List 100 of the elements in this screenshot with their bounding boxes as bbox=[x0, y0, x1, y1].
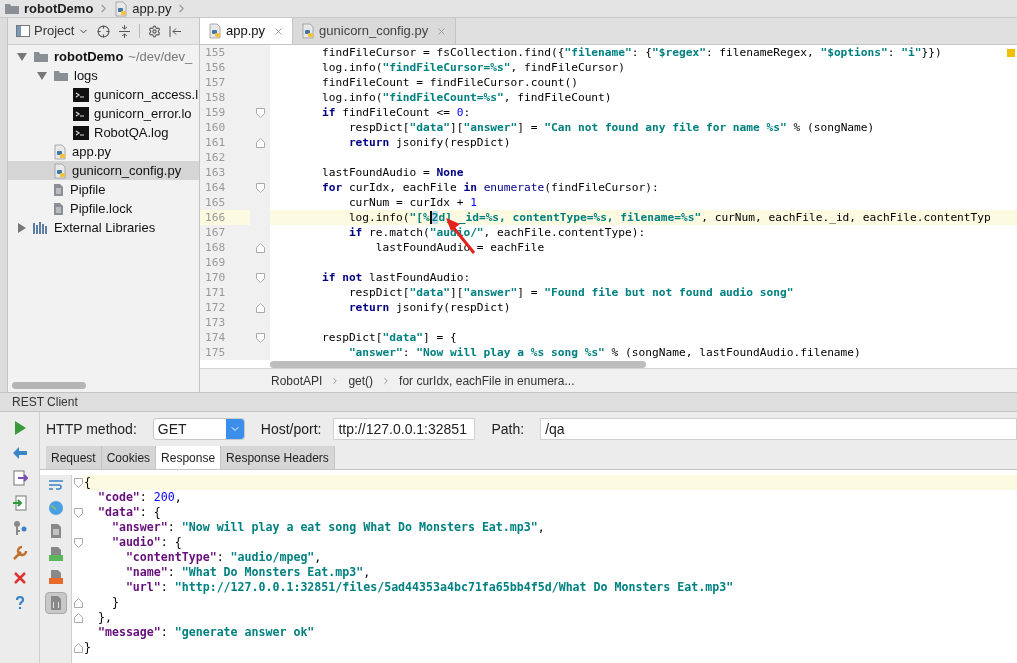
path-field[interactable]: /qa bbox=[540, 418, 1017, 440]
breadcrumb-item[interactable]: robotDemo bbox=[24, 0, 94, 19]
line-number: 161 bbox=[204, 135, 227, 150]
python-file-icon bbox=[301, 23, 316, 39]
close-icon[interactable] bbox=[273, 25, 285, 37]
fold-icon[interactable] bbox=[255, 332, 265, 343]
python-file-icon bbox=[208, 23, 222, 39]
host-field[interactable]: ttp://127.0.0.1:32851 bbox=[333, 418, 476, 440]
line-number: 155 bbox=[204, 45, 227, 60]
tree-item[interactable]: gunicorn_config.py bbox=[8, 161, 199, 180]
code-line: respDict["data"]["answer"] = "Found file but not found audio song" bbox=[347, 285, 794, 300]
line-number: 162 bbox=[204, 150, 227, 165]
python-file-icon bbox=[53, 143, 67, 160]
line-number: 160 bbox=[204, 120, 227, 135]
back-arrow-icon[interactable] bbox=[11, 445, 28, 461]
breadcrumb-item[interactable]: get() bbox=[348, 371, 374, 390]
line-number: 158 bbox=[204, 90, 227, 105]
line-number: 166 bbox=[200, 210, 250, 225]
scrollbar-thumb[interactable] bbox=[270, 360, 646, 368]
breadcrumb-item[interactable]: for curIdx, eachFile in enumera... bbox=[399, 371, 575, 390]
json-line: } bbox=[110, 595, 119, 610]
export-icon[interactable] bbox=[11, 470, 28, 486]
tree-item[interactable]: Pipfile bbox=[8, 180, 199, 199]
tree-item[interactable]: Pipfile.lock bbox=[8, 199, 199, 218]
json-line: "code": 200, bbox=[96, 490, 182, 505]
wrench-icon[interactable] bbox=[11, 545, 28, 561]
document-icon bbox=[53, 182, 65, 197]
fold-icon[interactable] bbox=[255, 107, 265, 118]
response-tab[interactable]: Response bbox=[156, 446, 222, 469]
settings-icon[interactable] bbox=[148, 24, 162, 38]
key-icon[interactable] bbox=[11, 520, 28, 536]
tree-item[interactable]: logs bbox=[8, 66, 199, 85]
python-file-icon bbox=[53, 162, 67, 179]
tree-item[interactable]: External Libraries bbox=[8, 218, 199, 237]
fold-end-icon[interactable] bbox=[73, 642, 83, 653]
code-line: findFileCursor = fsCollection.find({"filename": {"$regex": filenameRegex, "$options": "i"}}) bbox=[320, 45, 942, 60]
fold-end-icon[interactable] bbox=[73, 597, 83, 608]
line-number: 172 bbox=[204, 300, 227, 315]
code-line: return jsonify(respDict) bbox=[347, 300, 511, 315]
fold-icon[interactable] bbox=[73, 537, 83, 548]
fold-icon[interactable] bbox=[73, 477, 83, 488]
fold-end-icon[interactable] bbox=[255, 137, 265, 148]
line-number: 159 bbox=[204, 105, 227, 120]
breadcrumb-item[interactable]: app.py bbox=[132, 0, 172, 19]
collapse-all-icon[interactable] bbox=[118, 24, 132, 38]
field-label: Host/port: bbox=[260, 419, 322, 439]
line-number: 167 bbox=[204, 225, 227, 240]
response-tab[interactable]: Cookies bbox=[101, 446, 157, 469]
soft-wrap-icon[interactable] bbox=[47, 477, 64, 493]
code-line: return jsonify(respDict) bbox=[347, 135, 511, 150]
breadcrumb-item[interactable]: RobotAPI bbox=[271, 371, 323, 390]
line-number: 165 bbox=[204, 195, 227, 210]
editor-tab[interactable]: gunicorn_config.py bbox=[293, 18, 457, 44]
response-tab[interactable]: Response Headers bbox=[221, 446, 335, 469]
json-line: "name": "What Do Monsters Eat.mp3", bbox=[124, 565, 371, 580]
json-line: "data": { bbox=[96, 505, 161, 520]
scrollbar-thumb[interactable] bbox=[12, 381, 86, 389]
tree-item[interactable]: gunicorn_access.l bbox=[8, 85, 199, 104]
terminal-icon bbox=[73, 87, 89, 102]
delete-icon[interactable] bbox=[11, 570, 28, 586]
tree-item[interactable]: robotDemo ~/dev/dev_ bbox=[8, 47, 199, 66]
fold-icon[interactable] bbox=[73, 507, 83, 518]
method-select[interactable]: GET bbox=[152, 418, 245, 440]
hide-panel-icon[interactable] bbox=[169, 24, 183, 38]
tree-item[interactable]: RobotQA.log bbox=[8, 123, 199, 142]
fold-end-icon[interactable] bbox=[73, 612, 83, 623]
code-line: respDict["data"] = { bbox=[320, 330, 457, 345]
folder-icon bbox=[33, 50, 49, 63]
locate-icon[interactable] bbox=[97, 24, 111, 38]
code-line: curNum = curIdx + 1 bbox=[347, 195, 477, 210]
json-line: "audio": { bbox=[110, 535, 182, 550]
html-document-icon[interactable] bbox=[47, 546, 64, 562]
editor-tab[interactable]: app.py bbox=[200, 18, 294, 44]
code-line: if not lastFoundAudio: bbox=[320, 270, 471, 285]
line-number: 173 bbox=[204, 315, 227, 330]
code-line: for curIdx, eachFile in enumerate(findFileCursor): bbox=[320, 180, 659, 195]
field-label: HTTP method: bbox=[46, 419, 137, 439]
json-view-button[interactable] bbox=[44, 592, 67, 614]
panel-layout-icon bbox=[16, 25, 30, 37]
tree-item[interactable]: app.py bbox=[8, 142, 199, 161]
line-number: 168 bbox=[204, 240, 227, 255]
code-line: log.info("findFileCursor=%s", findFileCursor) bbox=[320, 60, 626, 75]
panel-title: REST Client bbox=[12, 394, 78, 411]
collapse-arrow-icon[interactable] bbox=[18, 222, 26, 233]
terminal-icon bbox=[73, 125, 89, 140]
json-document-icon bbox=[48, 595, 63, 611]
response-tab[interactable]: Request bbox=[46, 446, 102, 469]
fold-icon[interactable] bbox=[255, 182, 265, 193]
tree-item[interactable]: gunicorn_error.lo bbox=[8, 104, 199, 123]
import-icon[interactable] bbox=[11, 495, 28, 511]
globe-icon[interactable] bbox=[47, 500, 64, 516]
fold-icon[interactable] bbox=[255, 272, 265, 283]
json-line: "answer": "Now will play a eat song What Do Monsters Eat.mp3", bbox=[110, 520, 545, 535]
json-line: "message": "generate answer ok" bbox=[96, 625, 315, 640]
fold-end-icon[interactable] bbox=[255, 302, 265, 313]
json-line: }, bbox=[96, 610, 112, 625]
fold-end-icon[interactable] bbox=[255, 242, 265, 253]
field-label: Path: bbox=[491, 419, 525, 439]
close-icon[interactable] bbox=[436, 25, 448, 37]
xml-document-icon[interactable] bbox=[47, 569, 64, 585]
